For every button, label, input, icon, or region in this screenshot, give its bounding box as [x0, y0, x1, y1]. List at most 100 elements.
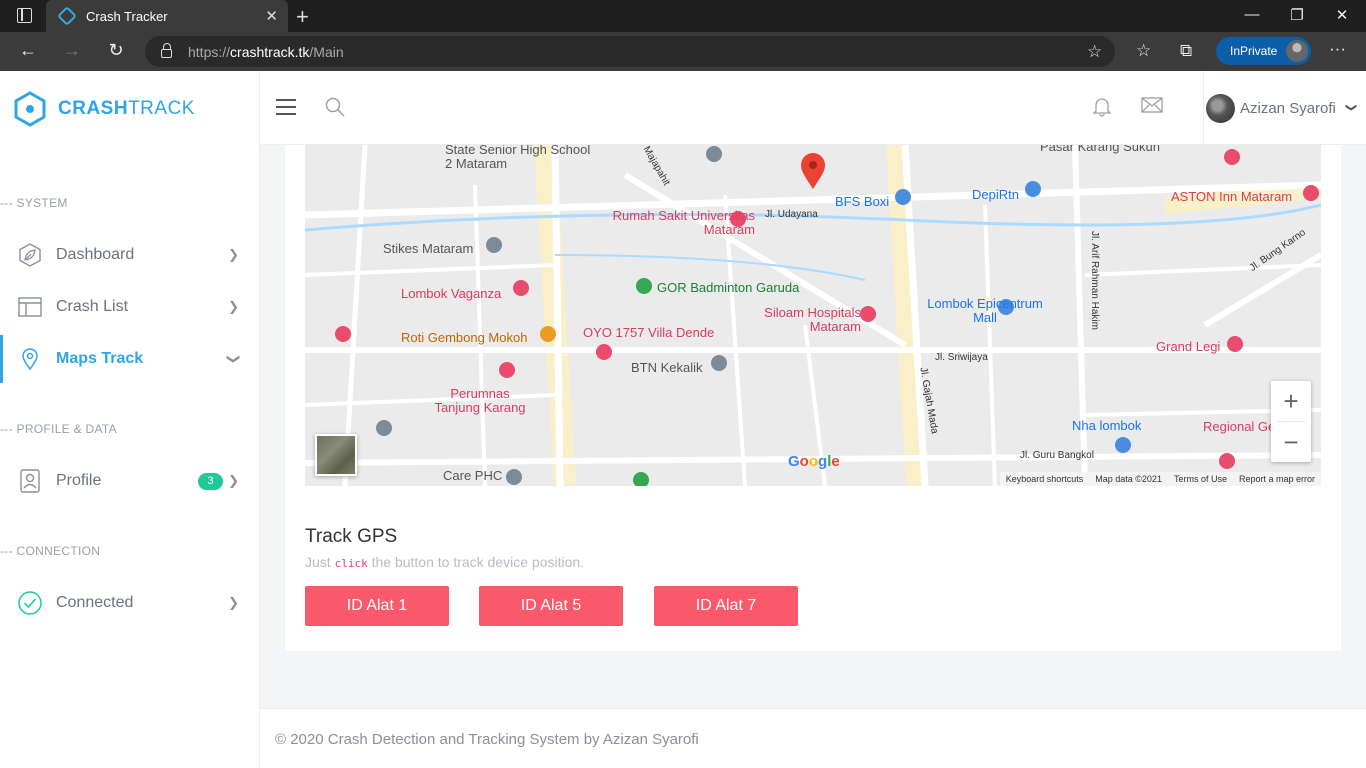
map-label: Siloam Hospitals Mataram — [764, 305, 861, 334]
track-gps-subtitle: Just click the button to track device po… — [305, 554, 585, 570]
hexagon-logo-icon — [14, 91, 46, 127]
map-label: Care PHC — [443, 468, 503, 483]
app: CRASHTRACK --- SYSTEM Dashboard ❯ Crash … — [0, 71, 1366, 768]
satellite-toggle[interactable] — [315, 434, 357, 476]
map-label: Perumnas Tanjung Karang — [434, 386, 526, 415]
map-label: DepiRtn — [972, 187, 1019, 202]
user-menu[interactable]: Azizan Syarofi ❯ — [1203, 71, 1366, 145]
inprivate-label: InPrivate — [1230, 44, 1278, 58]
map-attribution: Keyboard shortcuts Map data ©2021 Terms … — [999, 472, 1321, 486]
hamburger-menu-icon[interactable] — [276, 99, 296, 115]
more-menu-icon[interactable]: ··· — [1329, 39, 1346, 59]
sidebar: CRASHTRACK --- SYSTEM Dashboard ❯ Crash … — [0, 71, 260, 768]
map-label: OYO 1757 Villa Dende — [583, 325, 715, 340]
check-circle-icon — [18, 591, 42, 615]
sidebar-item-crash-list[interactable]: Crash List ❯ — [0, 283, 259, 331]
terms-link[interactable]: Terms of Use — [1174, 474, 1227, 484]
map-label: BFS Boxi — [835, 194, 890, 209]
refresh-icon[interactable]: ↻ — [105, 40, 127, 61]
sidebar-item-maps-track[interactable]: Maps Track ❯ — [0, 335, 259, 383]
user-icon — [20, 469, 40, 493]
profile-avatar-icon — [1286, 40, 1308, 62]
map-label: Pasar Karang Sukun — [1040, 145, 1160, 154]
bell-icon[interactable] — [1091, 95, 1113, 117]
zoom-out-button[interactable]: − — [1271, 422, 1311, 462]
section-label-connection: --- CONNECTION — [0, 544, 101, 558]
map-pin-icon — [22, 348, 38, 371]
favorites-icon[interactable]: ☆ — [1136, 41, 1151, 61]
browser-tab[interactable]: Crash Tracker ✕ — [46, 0, 288, 32]
map-label: Nha lombok — [1072, 418, 1142, 433]
forward-icon[interactable]: → — [61, 40, 83, 61]
zoom-control: + − — [1271, 381, 1311, 462]
topbar: Azizan Syarofi ❯ — [260, 71, 1366, 145]
footer: © 2020 Crash Detection and Tracking Syst… — [260, 708, 1366, 768]
collections-icon[interactable]: ⧉ — [1180, 41, 1192, 61]
map-label: State Senior High School 2 Mataram — [445, 145, 591, 171]
map-data-text: Map data ©2021 — [1095, 474, 1162, 484]
table-icon — [18, 297, 42, 317]
map-view[interactable]: State Senior High School 2 Mataram BFS B… — [305, 145, 1321, 486]
maps-track-card: State Senior High School 2 Mataram BFS B… — [285, 145, 1341, 651]
browser-titlebar: Crash Tracker ✕ + — ❐ ✕ — [0, 0, 1366, 32]
chevron-right-icon: ❯ — [228, 299, 239, 314]
map-label: BTN Kekalik — [631, 360, 703, 375]
leaf-icon — [19, 243, 41, 267]
close-window-icon[interactable]: ✕ — [1332, 6, 1352, 24]
keyboard-shortcuts-link[interactable]: Keyboard shortcuts — [1006, 474, 1084, 484]
report-error-link[interactable]: Report a map error — [1239, 474, 1315, 484]
avatar — [1206, 94, 1235, 123]
url-text: https://crashtrack.tk/Main — [188, 44, 344, 60]
profile-count-badge: 3 — [198, 472, 223, 490]
back-icon[interactable]: ← — [17, 40, 39, 61]
sidebar-item-connected[interactable]: Connected ❯ — [0, 579, 259, 627]
zoom-in-button[interactable]: + — [1271, 381, 1311, 421]
brand-logo[interactable]: CRASHTRACK — [14, 91, 195, 127]
chevron-right-icon: ❯ — [228, 595, 239, 610]
sidebar-item-profile[interactable]: Profile 3 ❯ — [0, 457, 259, 505]
chevron-right-icon: ❯ — [228, 247, 239, 262]
map-label: Roti Gembong Mokoh — [401, 330, 528, 345]
map-label: Jl. Udayana — [765, 209, 818, 220]
section-label-profile-data: --- PROFILE & DATA — [0, 422, 117, 436]
track-device-1-button[interactable]: ID Alat 1 — [305, 586, 449, 626]
mail-icon[interactable] — [1141, 96, 1163, 114]
favorite-add-icon[interactable]: ☆ — [1087, 42, 1102, 62]
map-label: Rumah Sakit Universitas Mataram — [612, 208, 755, 237]
browser-toolbar: ← → ↻ https://crashtrack.tk/Main ☆ ☆ ⧉ I… — [0, 32, 1366, 71]
inprivate-button[interactable]: InPrivate — [1216, 37, 1311, 65]
track-device-7-button[interactable]: ID Alat 7 — [654, 586, 798, 626]
sidebar-item-label: Maps Track — [56, 350, 144, 367]
map-label: GOR Badminton Garuda — [657, 280, 800, 295]
map-label: Stikes Mataram — [383, 241, 474, 256]
brand-name: CRASHTRACK — [58, 98, 195, 119]
map-label: Jl. Sriwijaya — [935, 352, 988, 363]
track-device-5-button[interactable]: ID Alat 5 — [479, 586, 623, 626]
search-icon[interactable] — [325, 97, 345, 117]
map-label: ASTON Inn Mataram — [1171, 189, 1293, 204]
sidebar-item-dashboard[interactable]: Dashboard ❯ — [0, 231, 259, 279]
section-label-system: --- SYSTEM — [0, 196, 68, 210]
map-label: Lombok Epicentrum Mall — [927, 296, 1043, 325]
sidebar-item-label: Crash List — [56, 298, 129, 315]
chevron-down-icon: ❯ — [1345, 102, 1358, 113]
track-gps-title: Track GPS — [305, 526, 398, 547]
tab-close-icon[interactable]: ✕ — [265, 7, 278, 25]
tab-actions-icon[interactable] — [17, 8, 32, 23]
chevron-right-icon: ❯ — [228, 473, 239, 488]
map-label: Grand Legi — [1156, 339, 1221, 354]
sidebar-item-label: Connected — [56, 594, 134, 611]
sidebar-item-label: Dashboard — [56, 246, 135, 263]
google-logo: Google — [788, 453, 840, 470]
tab-title: Crash Tracker — [86, 8, 168, 24]
sidebar-item-label: Profile — [56, 472, 102, 489]
restore-icon[interactable]: ❐ — [1287, 6, 1307, 24]
map-label: Regional General Hospital — [1203, 420, 1273, 434]
map-label: Jl. Arif Rahman Hakim — [1088, 231, 1100, 330]
new-tab-icon[interactable]: + — [296, 4, 309, 30]
favicon-icon — [57, 6, 77, 26]
map-label: Jl. Guru Bangkol — [1020, 450, 1094, 461]
minimize-icon[interactable]: — — [1242, 6, 1262, 23]
address-bar[interactable]: https://crashtrack.tk/Main ☆ — [145, 36, 1115, 67]
footer-text: © 2020 Crash Detection and Tracking Syst… — [275, 731, 699, 748]
